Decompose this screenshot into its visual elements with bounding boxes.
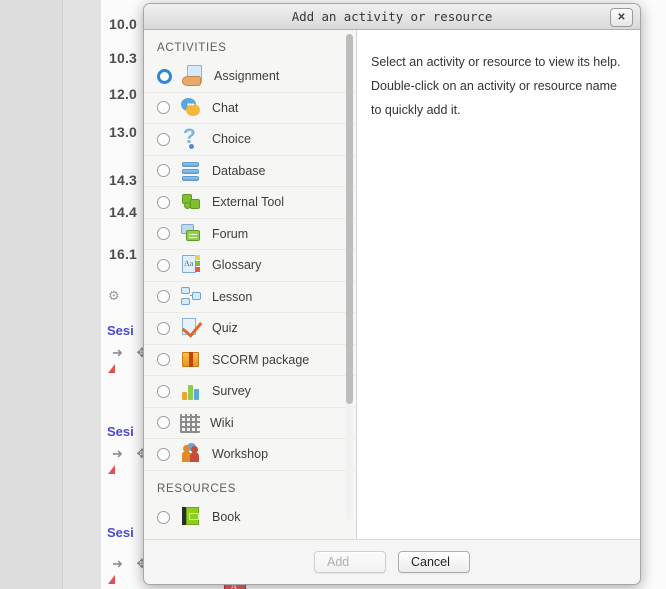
background-session-link[interactable]: Sesi — [107, 525, 134, 540]
survey-icon — [180, 380, 202, 402]
radio-workshop[interactable] — [157, 447, 170, 461]
activity-list-pane[interactable]: ACTIVITIES Assignment Chat C — [144, 30, 357, 539]
option-workshop[interactable]: Workshop — [144, 439, 356, 471]
forum-icon — [180, 223, 202, 245]
option-label: Book — [212, 510, 241, 525]
radio-choice[interactable] — [157, 132, 170, 146]
chat-icon — [180, 97, 202, 119]
cancel-button[interactable]: Cancel — [398, 551, 470, 573]
scorm-icon — [180, 349, 202, 371]
option-label: Glossary — [212, 258, 262, 273]
list-scrollbar[interactable] — [346, 34, 353, 521]
dialog-title: Add an activity or resource — [291, 9, 493, 24]
group-heading-resources: RESOURCES — [157, 482, 237, 495]
radio-database[interactable] — [157, 164, 170, 178]
dialog-titlebar: Add an activity or resource ✕ — [144, 4, 640, 30]
background-number: 12.0 — [109, 86, 138, 102]
dialog-footer: Add Cancel — [144, 539, 640, 584]
glossary-icon — [180, 254, 202, 276]
option-book[interactable]: Book — [144, 502, 356, 534]
close-glyph: ✕ — [617, 11, 626, 23]
radio-book[interactable] — [157, 510, 170, 524]
option-forum[interactable]: Forum — [144, 219, 356, 250]
background-number: 14.3 — [109, 172, 138, 188]
radio-chat[interactable] — [157, 101, 170, 115]
radio-assignment[interactable] — [157, 68, 172, 84]
radio-lesson[interactable] — [157, 290, 170, 304]
background-gutter-left — [0, 0, 63, 589]
screen: 10.0 10.3 12.0 13.0 14.3 14.4 16.1 ⚙ Ses… — [0, 0, 666, 589]
activity-list: ACTIVITIES Assignment Chat C — [144, 30, 356, 533]
option-glossary[interactable]: Glossary — [144, 250, 356, 282]
option-choice[interactable]: Choice — [144, 124, 356, 156]
option-label: Choice — [212, 132, 251, 147]
radio-external-tool[interactable] — [157, 195, 170, 209]
add-activity-dialog: Add an activity or resource ✕ ACTIVITIES… — [143, 3, 641, 585]
assignment-icon — [182, 65, 204, 87]
dialog-body: ACTIVITIES Assignment Chat C — [144, 30, 640, 539]
option-assignment[interactable]: Assignment — [144, 61, 356, 93]
close-icon[interactable]: ✕ — [610, 8, 633, 27]
choice-icon — [180, 125, 202, 150]
option-scorm-package[interactable]: SCORM package — [144, 345, 356, 376]
lesson-icon — [180, 286, 202, 308]
option-label: Survey — [212, 384, 251, 399]
option-survey[interactable]: Survey — [144, 376, 356, 408]
background-number: 16.1 — [109, 246, 138, 262]
option-label: Wiki — [210, 415, 234, 430]
book-icon — [180, 506, 202, 528]
background-session-link[interactable]: Sesi — [107, 424, 134, 439]
background-number: 10.0 — [109, 16, 138, 32]
background-number: 14.4 — [109, 204, 138, 220]
option-label: Assignment — [214, 69, 280, 84]
wiki-icon — [180, 413, 200, 433]
option-label: External Tool — [212, 195, 285, 210]
external-tool-icon — [180, 191, 202, 213]
option-label: Workshop — [212, 447, 269, 462]
radio-wiki[interactable] — [157, 416, 170, 430]
gear-icon: ⚙ — [108, 288, 120, 303]
option-external-tool[interactable]: External Tool — [144, 187, 356, 219]
option-label: Database — [212, 163, 266, 178]
radio-glossary[interactable] — [157, 258, 170, 272]
option-label: Forum — [212, 226, 249, 241]
background-session-link[interactable]: Sesi — [107, 323, 134, 338]
option-lesson[interactable]: Lesson — [144, 282, 356, 313]
radio-quiz[interactable] — [157, 321, 170, 335]
option-label: Chat — [212, 100, 239, 115]
list-scrollbar-thumb[interactable] — [346, 34, 353, 404]
radio-scorm-package[interactable] — [157, 353, 170, 367]
add-button[interactable]: Add — [314, 551, 386, 573]
option-chat[interactable]: Chat — [144, 93, 356, 124]
group-heading-activities: ACTIVITIES — [157, 42, 227, 54]
option-label: SCORM package — [212, 352, 310, 367]
help-line-1: Select an activity or resource to view i… — [371, 55, 621, 69]
radio-forum[interactable] — [157, 227, 170, 241]
help-line-3: to quickly add it. — [371, 103, 461, 117]
quiz-icon — [180, 316, 203, 339]
option-label: Quiz — [212, 321, 238, 336]
database-icon — [180, 160, 202, 182]
option-label: Lesson — [212, 289, 253, 304]
help-line-2: Double-click on an activity or resource … — [371, 79, 617, 93]
help-pane: Select an activity or resource to view i… — [357, 30, 640, 539]
background-number: 13.0 — [109, 124, 138, 140]
workshop-icon — [180, 443, 202, 465]
background-gutter-inner — [63, 0, 101, 589]
radio-survey[interactable] — [157, 384, 170, 398]
background-number: 10.3 — [109, 50, 138, 66]
option-wiki[interactable]: Wiki — [144, 408, 356, 439]
option-database[interactable]: Database — [144, 156, 356, 187]
option-quiz[interactable]: Quiz — [144, 313, 356, 345]
